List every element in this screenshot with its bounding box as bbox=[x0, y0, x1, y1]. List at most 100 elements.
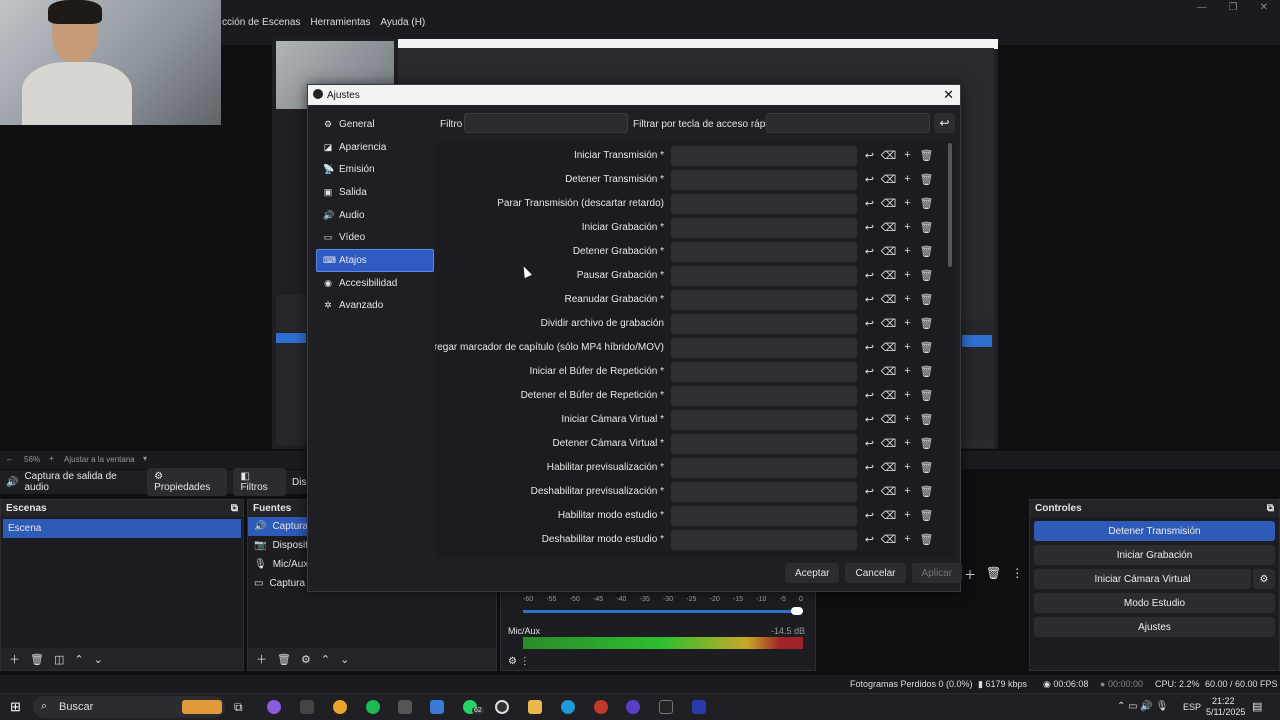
hotkey-input[interactable] bbox=[671, 338, 857, 358]
delete-icon[interactable]: 🗑 bbox=[920, 459, 934, 475]
hotkey-input[interactable] bbox=[671, 434, 857, 454]
gear-icon[interactable]: ⚙ bbox=[1253, 569, 1275, 589]
revert-icon[interactable]: ↩ bbox=[863, 243, 876, 259]
delete-icon[interactable]: 🗑 bbox=[920, 315, 934, 331]
minimize-button[interactable]: — bbox=[1197, 2, 1207, 13]
clear-icon[interactable]: ⌫ bbox=[881, 195, 897, 211]
add-icon[interactable]: + bbox=[901, 147, 914, 163]
nav-item-avanzado[interactable]: ✲ Avanzado bbox=[316, 295, 434, 318]
add-icon[interactable]: + bbox=[901, 291, 914, 307]
hotkey-input[interactable] bbox=[671, 170, 857, 190]
remove-scene-button[interactable]: 🗑 bbox=[30, 653, 44, 666]
clock-time[interactable]: 21:22 bbox=[1212, 696, 1235, 706]
hotkey-input[interactable] bbox=[671, 506, 857, 526]
hotkey-input[interactable] bbox=[671, 386, 857, 406]
filters-icon[interactable]: ◫ bbox=[54, 653, 64, 666]
add-icon[interactable]: + bbox=[901, 171, 914, 187]
app-icon[interactable] bbox=[398, 700, 412, 714]
menu-item[interactable]: Ayuda (H) bbox=[380, 17, 425, 28]
delete-icon[interactable]: 🗑 bbox=[920, 531, 934, 547]
stop-streaming-button[interactable]: Detener Transmisión bbox=[1034, 521, 1275, 541]
volume-handle[interactable] bbox=[791, 607, 803, 615]
add-icon[interactable]: + bbox=[901, 219, 914, 235]
delete-icon[interactable]: 🗑 bbox=[920, 339, 934, 355]
clear-icon[interactable]: ⌫ bbox=[881, 531, 897, 547]
revert-icon[interactable]: ↩ bbox=[863, 435, 876, 451]
revert-icon[interactable]: ↩ bbox=[863, 411, 876, 427]
nav-item-salida[interactable]: ▣ Salida bbox=[316, 181, 434, 204]
filters-button[interactable]: ◧ Filtros bbox=[233, 468, 286, 496]
add-icon[interactable]: + bbox=[901, 387, 914, 403]
clear-icon[interactable]: ⌫ bbox=[881, 147, 897, 163]
scene-item[interactable]: Escena bbox=[3, 519, 241, 538]
nav-item-apariencia[interactable]: ◪ Apariencia bbox=[316, 136, 434, 159]
zoom-out-button[interactable]: – bbox=[7, 455, 11, 464]
clear-icon[interactable]: ⌫ bbox=[881, 435, 897, 451]
delete-icon[interactable]: 🗑 bbox=[920, 435, 934, 451]
move-up-button[interactable]: ⌃ bbox=[321, 653, 330, 666]
remove-source-button[interactable]: 🗑 bbox=[277, 653, 291, 666]
clear-icon[interactable]: ⌫ bbox=[881, 411, 897, 427]
clear-icon[interactable]: ⌫ bbox=[881, 459, 897, 475]
add-icon[interactable]: + bbox=[901, 339, 914, 355]
add-transition-button[interactable]: ＋ bbox=[964, 566, 976, 583]
add-icon[interactable]: + bbox=[901, 243, 914, 259]
studio-mode-button[interactable]: Modo Estudio bbox=[1034, 593, 1275, 613]
nav-item-accesibilidad[interactable]: ◉ Accesibilidad bbox=[316, 272, 434, 295]
notifications-icon[interactable]: ▤ bbox=[1252, 700, 1262, 713]
hotkey-input[interactable] bbox=[671, 290, 857, 310]
clear-icon[interactable]: ⌫ bbox=[881, 483, 897, 499]
spotify-icon[interactable] bbox=[366, 700, 380, 714]
clear-icon[interactable]: ⌫ bbox=[881, 507, 897, 523]
delete-icon[interactable]: 🗑 bbox=[920, 195, 934, 211]
hotkey-input[interactable] bbox=[671, 146, 857, 166]
nav-item-general[interactable]: ⚙ General bbox=[316, 113, 434, 136]
copilot-icon[interactable] bbox=[267, 700, 281, 714]
task-view-icon[interactable]: ⧉ bbox=[234, 700, 248, 714]
volume-slider[interactable] bbox=[523, 610, 803, 613]
reset-filter-button[interactable]: ↩ bbox=[934, 113, 955, 133]
menu-item[interactable]: Herramientas bbox=[310, 17, 370, 28]
revert-icon[interactable]: ↩ bbox=[863, 387, 876, 403]
hotkey-input[interactable] bbox=[671, 242, 857, 262]
folder-icon[interactable] bbox=[528, 700, 542, 714]
revert-icon[interactable]: ↩ bbox=[863, 363, 876, 379]
close-window-button[interactable]: ✕ bbox=[1260, 2, 1268, 13]
revert-icon[interactable]: ↩ bbox=[863, 171, 876, 187]
chrome-icon[interactable] bbox=[333, 700, 347, 714]
delete-icon[interactable]: 🗑 bbox=[920, 219, 934, 235]
delete-icon[interactable]: 🗑 bbox=[920, 267, 934, 283]
clear-icon[interactable]: ⌫ bbox=[881, 219, 897, 235]
revert-icon[interactable]: ↩ bbox=[863, 459, 876, 475]
gear-icon[interactable]: ⚙ bbox=[301, 653, 311, 666]
language-indicator[interactable]: ESP bbox=[1183, 702, 1201, 712]
revert-icon[interactable]: ↩ bbox=[863, 315, 876, 331]
clear-icon[interactable]: ⌫ bbox=[881, 387, 897, 403]
hotkey-input[interactable] bbox=[671, 218, 857, 238]
add-icon[interactable]: + bbox=[901, 507, 914, 523]
hotkey-input[interactable] bbox=[671, 530, 857, 550]
revert-icon[interactable]: ↩ bbox=[863, 219, 876, 235]
hotkey-input[interactable] bbox=[671, 314, 857, 334]
revert-icon[interactable]: ↩ bbox=[863, 483, 876, 499]
revert-icon[interactable]: ↩ bbox=[863, 267, 876, 283]
move-down-button[interactable]: ⌄ bbox=[94, 653, 103, 666]
revert-icon[interactable]: ↩ bbox=[863, 507, 876, 523]
app-icon[interactable] bbox=[692, 700, 706, 714]
app-icon[interactable] bbox=[430, 700, 444, 714]
revert-icon[interactable]: ↩ bbox=[863, 195, 876, 211]
chrome-profile-icon[interactable] bbox=[594, 700, 608, 714]
add-source-button[interactable]: ＋ bbox=[256, 651, 267, 667]
delete-icon[interactable]: 🗑 bbox=[920, 147, 934, 163]
add-icon[interactable]: + bbox=[901, 267, 914, 283]
add-icon[interactable]: + bbox=[901, 411, 914, 427]
tray-icons[interactable]: ⌃ ▭ 🔊 🎙 bbox=[1117, 701, 1168, 712]
add-icon[interactable]: + bbox=[901, 531, 914, 547]
clear-icon[interactable]: ⌫ bbox=[881, 363, 897, 379]
app-icon[interactable] bbox=[626, 700, 640, 714]
fit-window-option[interactable]: Ajustar a la ventana bbox=[64, 455, 135, 464]
clock-date[interactable]: 5/11/2025 bbox=[1206, 707, 1245, 717]
add-icon[interactable]: + bbox=[901, 195, 914, 211]
windows-start-icon[interactable]: ⊞ bbox=[10, 699, 21, 715]
hotkey-input[interactable] bbox=[671, 194, 857, 214]
